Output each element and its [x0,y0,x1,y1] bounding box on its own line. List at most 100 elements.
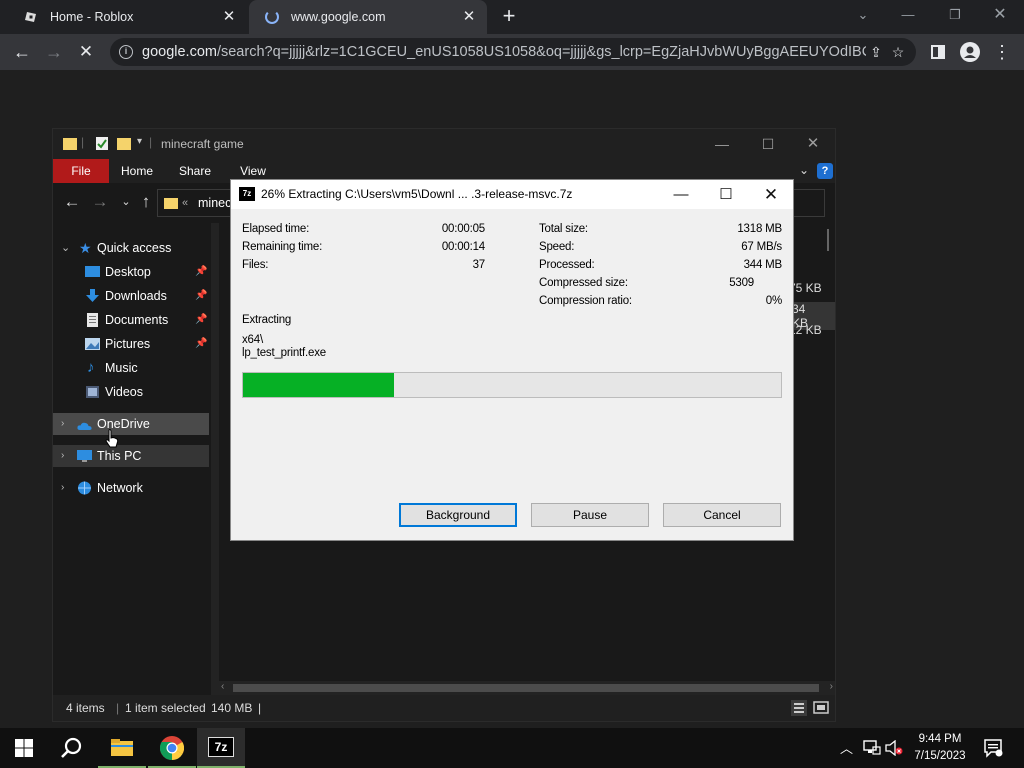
tab-home[interactable]: Home [115,159,159,183]
bookmark-star-icon[interactable]: ☆ [888,42,908,62]
back-icon[interactable]: ← [8,38,36,66]
properties-icon[interactable] [95,136,109,151]
network-status-icon[interactable] [863,740,881,756]
cancel-button[interactable]: Cancel [663,503,781,527]
background-button[interactable]: Background [399,503,517,527]
side-panel-icon[interactable] [924,38,952,66]
compression-ratio-value: 0% [765,295,782,307]
hand-cursor-icon [105,429,119,448]
large-icons-view-icon[interactable] [813,700,829,716]
chrome-icon[interactable] [148,728,196,768]
start-icon[interactable] [0,728,48,768]
navigation-pane: ⌄ ★ Quick access Desktop 📌 Downloads 📌 D… [53,223,211,695]
nav-label: Desktop [105,265,151,279]
scroll-left-icon[interactable]: ‹ [221,681,224,692]
tab-title: Home - Roblox [50,10,134,24]
tab-roblox[interactable]: Home - Roblox ✕ [0,0,247,34]
current-file: lp_test_printf.exe [242,347,326,359]
files-label: Files: [242,259,269,271]
help-icon[interactable]: ? [817,163,833,179]
nav-music[interactable]: ♪ Music [53,357,209,379]
new-folder-icon[interactable] [117,136,131,151]
expand-ribbon-chevron-icon[interactable]: ⌄ [799,163,809,177]
nav-network[interactable]: › Network [53,477,209,499]
system-clock[interactable]: 9:44 PM 7/15/2023 [900,731,980,765]
details-view-icon[interactable] [791,700,807,716]
maximize-button[interactable]: ☐ [708,183,744,207]
customize-toolbar-chevron-icon[interactable]: ▾ [137,136,142,147]
compression-ratio-label: Compression ratio: [539,295,632,307]
forward-icon[interactable]: → [40,38,68,66]
close-window-button[interactable]: ✕ [985,4,1015,26]
nav-label: Downloads [105,289,167,303]
remaining-time-label: Remaining time: [242,241,323,253]
close-tab-icon[interactable]: ✕ [221,9,237,25]
url-host: google.com [142,44,217,60]
close-button[interactable]: ✕ [798,134,828,154]
tab-file[interactable]: File [53,159,109,183]
forward-icon[interactable]: → [89,191,111,213]
close-tab-icon[interactable]: ✕ [461,9,477,25]
collapsed-chevron-icon[interactable]: › [61,477,64,499]
nav-downloads[interactable]: Downloads 📌 [53,285,209,307]
address-text: minec [198,196,232,210]
maximize-button[interactable]: ☐ [753,134,783,154]
nav-pane-scrollbar[interactable] [211,223,219,695]
pause-button[interactable]: Pause [531,503,649,527]
total-size-label: Total size: [539,223,588,235]
pictures-icon [85,338,100,350]
speed-label: Speed: [539,241,575,253]
progress-bar [242,372,782,398]
nav-onedrive[interactable]: › OneDrive [53,413,209,435]
back-icon[interactable]: ← [61,191,83,213]
desktop-icon [85,266,100,277]
show-hidden-icons-chevron-icon[interactable]: ︿ [840,738,853,757]
horizontal-scrollbar[interactable]: ‹ › [219,681,835,695]
status-bar: 4 items | 1 item selected 140 MB | [53,695,835,721]
minimize-button[interactable]: — [893,4,923,26]
nav-quick-access[interactable]: ⌄ ★ Quick access [53,237,209,259]
current-directory: x64\ [242,334,263,346]
restore-button[interactable]: ❐ [940,4,970,26]
breadcrumb-overflow-icon[interactable]: « [182,190,188,216]
7zip-icon[interactable]: 7z [197,728,245,768]
scroll-right-icon[interactable]: › [830,681,833,692]
tab-title: www.google.com [291,10,386,24]
address-bar[interactable]: i google.com/search?q=jjjjj&rlz=1C1GCEU_… [110,38,916,66]
elapsed-time-label: Elapsed time: [242,223,310,235]
share-icon[interactable]: ⇪ [866,42,886,62]
documents-icon [87,313,98,327]
close-button[interactable]: ✕ [753,183,789,207]
dialog-titlebar: 7z 26% Extracting C:\Users\vm5\Downl ...… [231,180,793,209]
collapsed-chevron-icon[interactable]: › [61,445,64,467]
nav-desktop[interactable]: Desktop 📌 [53,261,209,283]
elapsed-time-value: 00:00:05 [441,223,485,235]
profile-icon[interactable] [956,38,984,66]
expanded-chevron-icon[interactable]: ⌄ [61,237,70,259]
folder-icon [63,138,77,150]
stop-icon[interactable]: ✕ [72,38,100,66]
tab-google[interactable]: www.google.com ✕ [249,0,487,34]
info-icon[interactable]: i [119,45,133,59]
menu-icon[interactable]: ⋮ [988,38,1016,66]
nav-label: Documents [105,313,169,327]
tab-share[interactable]: Share [173,159,217,183]
nav-documents[interactable]: Documents 📌 [53,309,209,331]
new-tab-button[interactable]: + [498,5,520,28]
collapsed-chevron-icon[interactable]: › [61,413,64,435]
nav-videos[interactable]: Videos [53,381,209,403]
nav-this-pc[interactable]: › This PC [53,445,209,467]
tab-search-chevron-icon[interactable]: ⌄ [848,4,878,26]
file-explorer-icon[interactable] [98,728,146,768]
vertical-scrollbar[interactable] [827,229,829,251]
recent-locations-chevron-icon[interactable]: ⌄ [115,191,137,213]
onedrive-cloud-icon [77,422,92,430]
minimize-button[interactable]: — [663,183,699,207]
up-icon[interactable]: ↑ [135,191,157,213]
notifications-icon[interactable] [983,738,1003,758]
browser-tab-strip: Home - Roblox ✕ www.google.com ✕ + ⌄ — ❐… [0,0,1024,34]
nav-pictures[interactable]: Pictures 📌 [53,333,209,355]
minimize-button[interactable]: — [707,134,737,154]
scroll-thumb[interactable] [233,684,819,692]
search-icon[interactable] [48,728,96,768]
